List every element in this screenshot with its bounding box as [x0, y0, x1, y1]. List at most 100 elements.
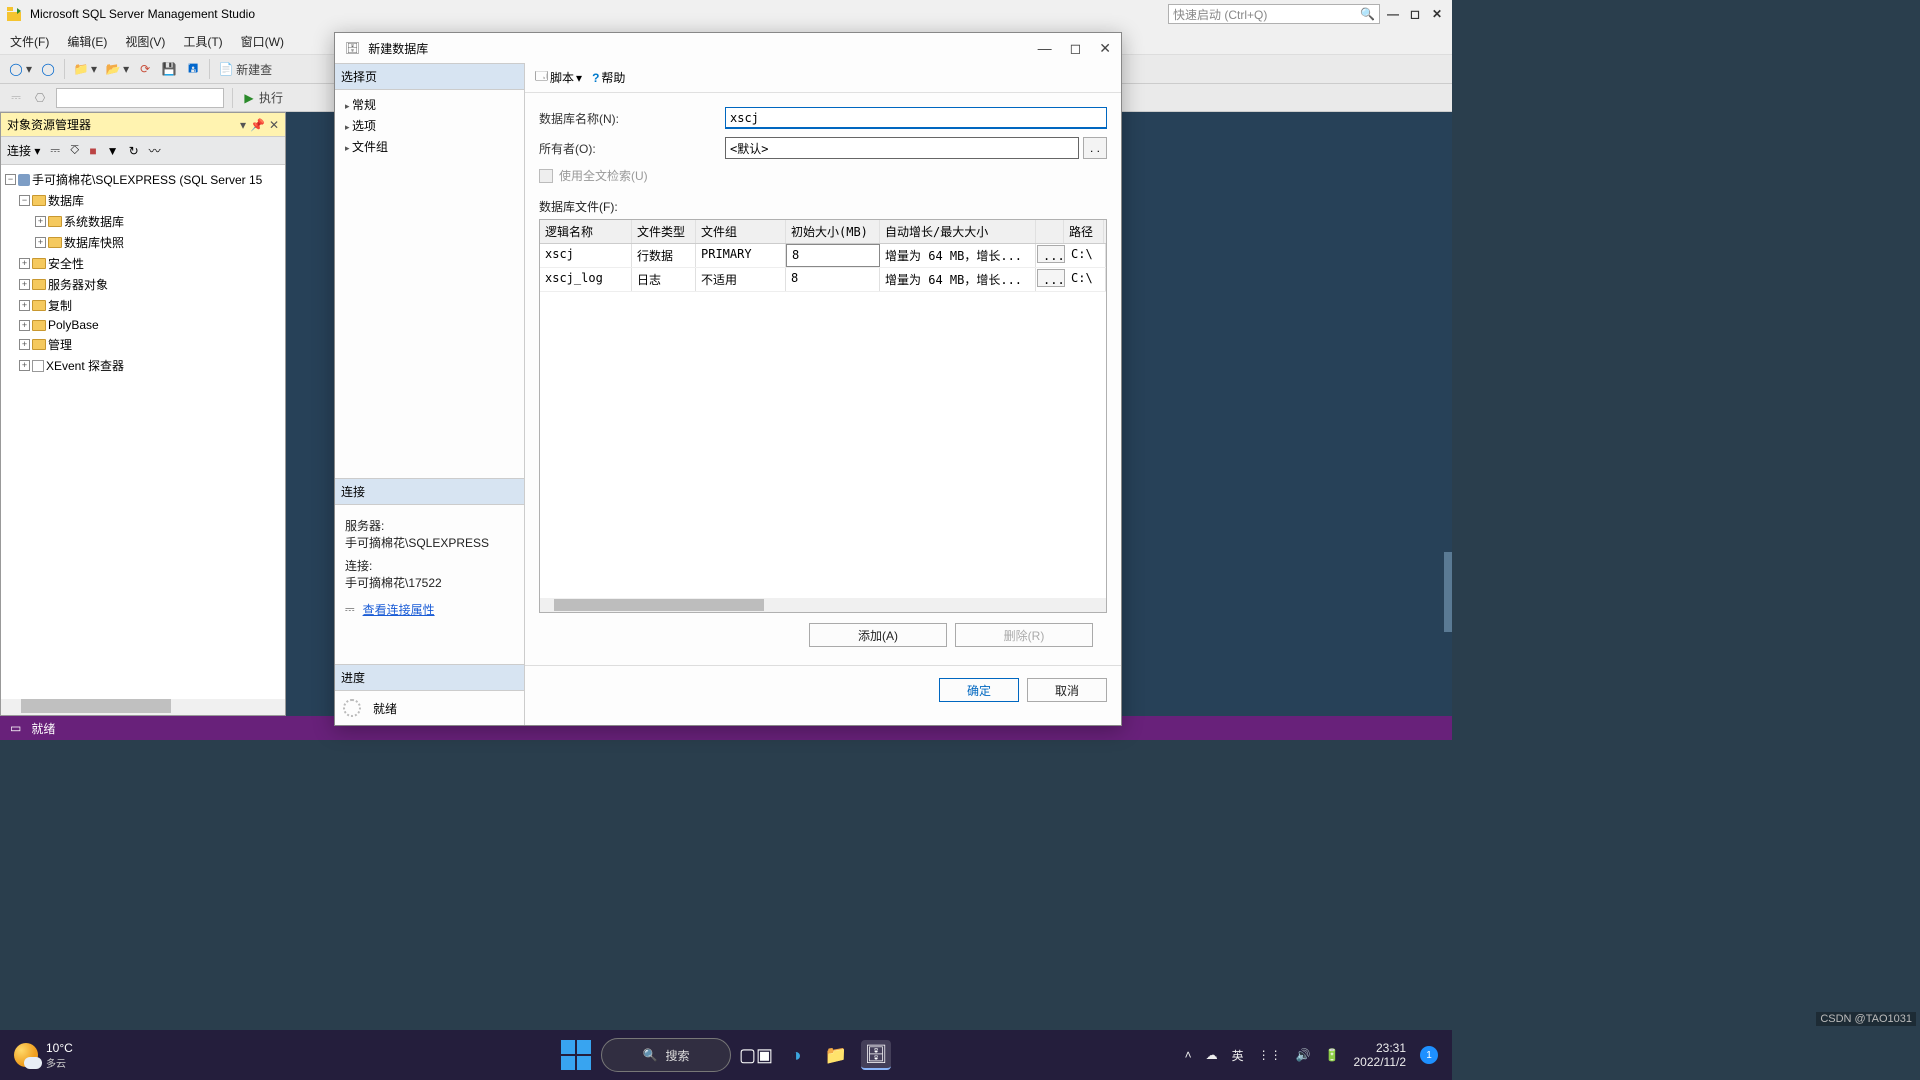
ok-button[interactable]: 确定 — [939, 678, 1019, 702]
dropdown-icon[interactable]: ▾ — [240, 118, 246, 132]
view-connection-properties-link[interactable]: 查看连接属性 — [363, 601, 435, 618]
close-button[interactable]: ✕ — [1428, 5, 1446, 23]
db-files-grid[interactable]: 逻辑名称 文件类型 文件组 初始大小(MB) 自动增长/最大大小 路径 xscj… — [539, 219, 1107, 613]
growth-browse-button[interactable]: ... — [1037, 245, 1065, 263]
circle-right-icon[interactable]: ◯ — [40, 61, 56, 77]
cancel-button[interactable]: 取消 — [1027, 678, 1107, 702]
dialog-maximize-button[interactable]: ◻ — [1070, 40, 1082, 57]
refresh-icon[interactable]: ⟳ — [137, 61, 153, 77]
menu-window[interactable]: 窗口(W) — [241, 33, 284, 50]
page-options[interactable]: 选项 — [341, 115, 518, 136]
taskbar-search[interactable]: 🔍 搜索 — [601, 1038, 731, 1072]
weather-icon — [14, 1043, 38, 1067]
menu-file[interactable]: 文件(F) — [10, 33, 49, 50]
menu-edit[interactable]: 编辑(E) — [67, 33, 107, 50]
grid-hscrollbar[interactable] — [540, 598, 1106, 612]
save-icon[interactable]: 💾 — [161, 61, 177, 77]
file-explorer-icon[interactable]: 📁 — [821, 1040, 851, 1070]
connect-icon[interactable]: ⎓ — [50, 143, 60, 158]
tree-security[interactable]: + 安全性 — [5, 253, 281, 274]
workspace-scrollbar[interactable] — [1444, 552, 1452, 632]
dialog-close-button[interactable]: ✕ — [1099, 40, 1111, 57]
watermark: CSDN @TAO1031 — [1816, 1012, 1916, 1026]
save-all-icon[interactable]: 🖪 — [185, 61, 201, 77]
wifi-icon[interactable]: ⋮⋮ — [1258, 1048, 1282, 1062]
taskbar-clock[interactable]: 23:31 2022/11/2 — [1354, 1041, 1407, 1070]
explorer-toolbar: 连接 ▾ ⎓ ⎏ ■ ▼ ↻ 〰 — [1, 137, 285, 165]
tree-db-snapshots[interactable]: + 数据库快照 — [5, 232, 281, 253]
database-dropdown[interactable] — [56, 88, 224, 108]
db-name-input[interactable] — [725, 107, 1107, 129]
script-dropdown[interactable]: 🗔 脚本 ▾ — [535, 67, 582, 88]
page-general[interactable]: 常规 — [341, 94, 518, 115]
tree-server-objects[interactable]: + 服务器对象 — [5, 274, 281, 295]
folder-button[interactable]: 📂▾ — [105, 61, 129, 77]
object-tree[interactable]: − 手可摘棉花\SQLEXPRESS (SQL Server 15 − 数据库 … — [1, 165, 285, 699]
onedrive-icon[interactable]: ☁ — [1206, 1048, 1218, 1062]
plus-icon[interactable]: + — [19, 300, 30, 311]
ssms-taskbar-icon[interactable]: 🗄 — [861, 1040, 891, 1070]
pulse-icon[interactable]: 〰 — [149, 142, 161, 159]
growth-browse-button[interactable]: ... — [1037, 269, 1065, 287]
tree-management[interactable]: + 管理 — [5, 334, 281, 355]
refresh-tree-icon[interactable]: ↻ — [129, 144, 139, 158]
owner-browse-button[interactable]: . . — [1083, 137, 1107, 159]
connection-header: 连接 — [335, 478, 524, 505]
tree-server-node[interactable]: − 手可摘棉花\SQLEXPRESS (SQL Server 15 — [5, 169, 281, 190]
add-file-button[interactable]: 添加(A) — [809, 623, 947, 647]
plus-icon[interactable]: + — [19, 279, 30, 290]
new-query-button[interactable]: 📄 新建查 — [218, 61, 272, 78]
owner-input[interactable] — [725, 137, 1079, 159]
taskbar-weather[interactable]: 10°C 多云 — [0, 1041, 73, 1070]
plug2-icon[interactable]: ⎔ — [32, 90, 48, 106]
stop-icon[interactable]: ■ — [89, 144, 96, 158]
quick-launch-box[interactable]: 快速启动 (Ctrl+Q) 🔍 — [1168, 4, 1380, 24]
connection-info: 服务器: 手可摘棉花\SQLEXPRESS 连接: 手可摘棉花\17522 ⎓ … — [335, 505, 524, 624]
filter-icon[interactable]: ▼ — [107, 144, 119, 158]
plug-icon[interactable]: ⎓ — [8, 90, 24, 106]
plus-icon[interactable]: + — [19, 360, 30, 371]
tray-chevron-icon[interactable]: ˄ — [1185, 1048, 1192, 1062]
tree-databases[interactable]: − 数据库 — [5, 190, 281, 211]
menu-view[interactable]: 视图(V) — [125, 33, 165, 50]
dialog-titlebar[interactable]: 🗄 新建数据库 ― ◻ ✕ — [335, 33, 1121, 63]
help-button[interactable]: ? 帮助 — [592, 69, 625, 86]
pin-icon[interactable]: 📌 — [250, 118, 265, 132]
tree-replication[interactable]: + 复制 — [5, 295, 281, 316]
notification-badge[interactable]: 1 — [1420, 1046, 1438, 1064]
minus-icon[interactable]: − — [19, 195, 30, 206]
status-icon: ▭ — [10, 721, 21, 735]
dialog-minimize-button[interactable]: ― — [1038, 40, 1052, 57]
volume-icon[interactable]: 🔊 — [1296, 1048, 1311, 1062]
maximize-button[interactable]: ◻ — [1406, 5, 1424, 23]
open-button[interactable]: 📁▾ — [73, 61, 97, 77]
tree-polybase[interactable]: + PolyBase — [5, 316, 281, 334]
plus-icon[interactable]: + — [19, 258, 30, 269]
tree-xevent[interactable]: + XEvent 探查器 — [5, 355, 281, 376]
grid-row[interactable]: xscj 行数据 PRIMARY 8 增量为 64 MB，增长... ... C… — [540, 244, 1106, 268]
minus-icon[interactable]: − — [5, 174, 16, 185]
disconnect-icon[interactable]: ⎏ — [70, 143, 79, 158]
start-button[interactable] — [561, 1040, 591, 1070]
progress-status: 就绪 — [335, 691, 524, 725]
page-filegroups[interactable]: 文件组 — [341, 136, 518, 157]
edge-icon[interactable]: ◑ — [781, 1040, 811, 1070]
plus-icon[interactable]: + — [19, 339, 30, 350]
execute-button[interactable]: ▶ 执行 — [241, 89, 283, 106]
back-button[interactable]: ◯▾ — [8, 61, 32, 77]
grid-row[interactable]: xscj_log 日志 不适用 8 增量为 64 MB，增长... ... C:… — [540, 268, 1106, 292]
connect-dropdown[interactable]: 连接 ▾ — [7, 142, 40, 159]
plus-icon[interactable]: + — [35, 216, 46, 227]
ime-indicator[interactable]: 英 — [1232, 1047, 1244, 1064]
tree-hscrollbar[interactable] — [1, 699, 285, 715]
tree-system-databases[interactable]: + 系统数据库 — [5, 211, 281, 232]
minimize-button[interactable]: ― — [1384, 5, 1402, 23]
battery-icon[interactable]: 🔋 — [1325, 1048, 1340, 1062]
plus-icon[interactable]: + — [19, 320, 30, 331]
menu-tools[interactable]: 工具(T) — [183, 33, 222, 50]
task-view-icon[interactable]: ▢▣ — [741, 1040, 771, 1070]
plus-icon[interactable]: + — [35, 237, 46, 248]
panel-close-icon[interactable]: ✕ — [269, 118, 279, 132]
folder-icon — [48, 237, 62, 248]
ssms-app-icon — [6, 6, 22, 22]
